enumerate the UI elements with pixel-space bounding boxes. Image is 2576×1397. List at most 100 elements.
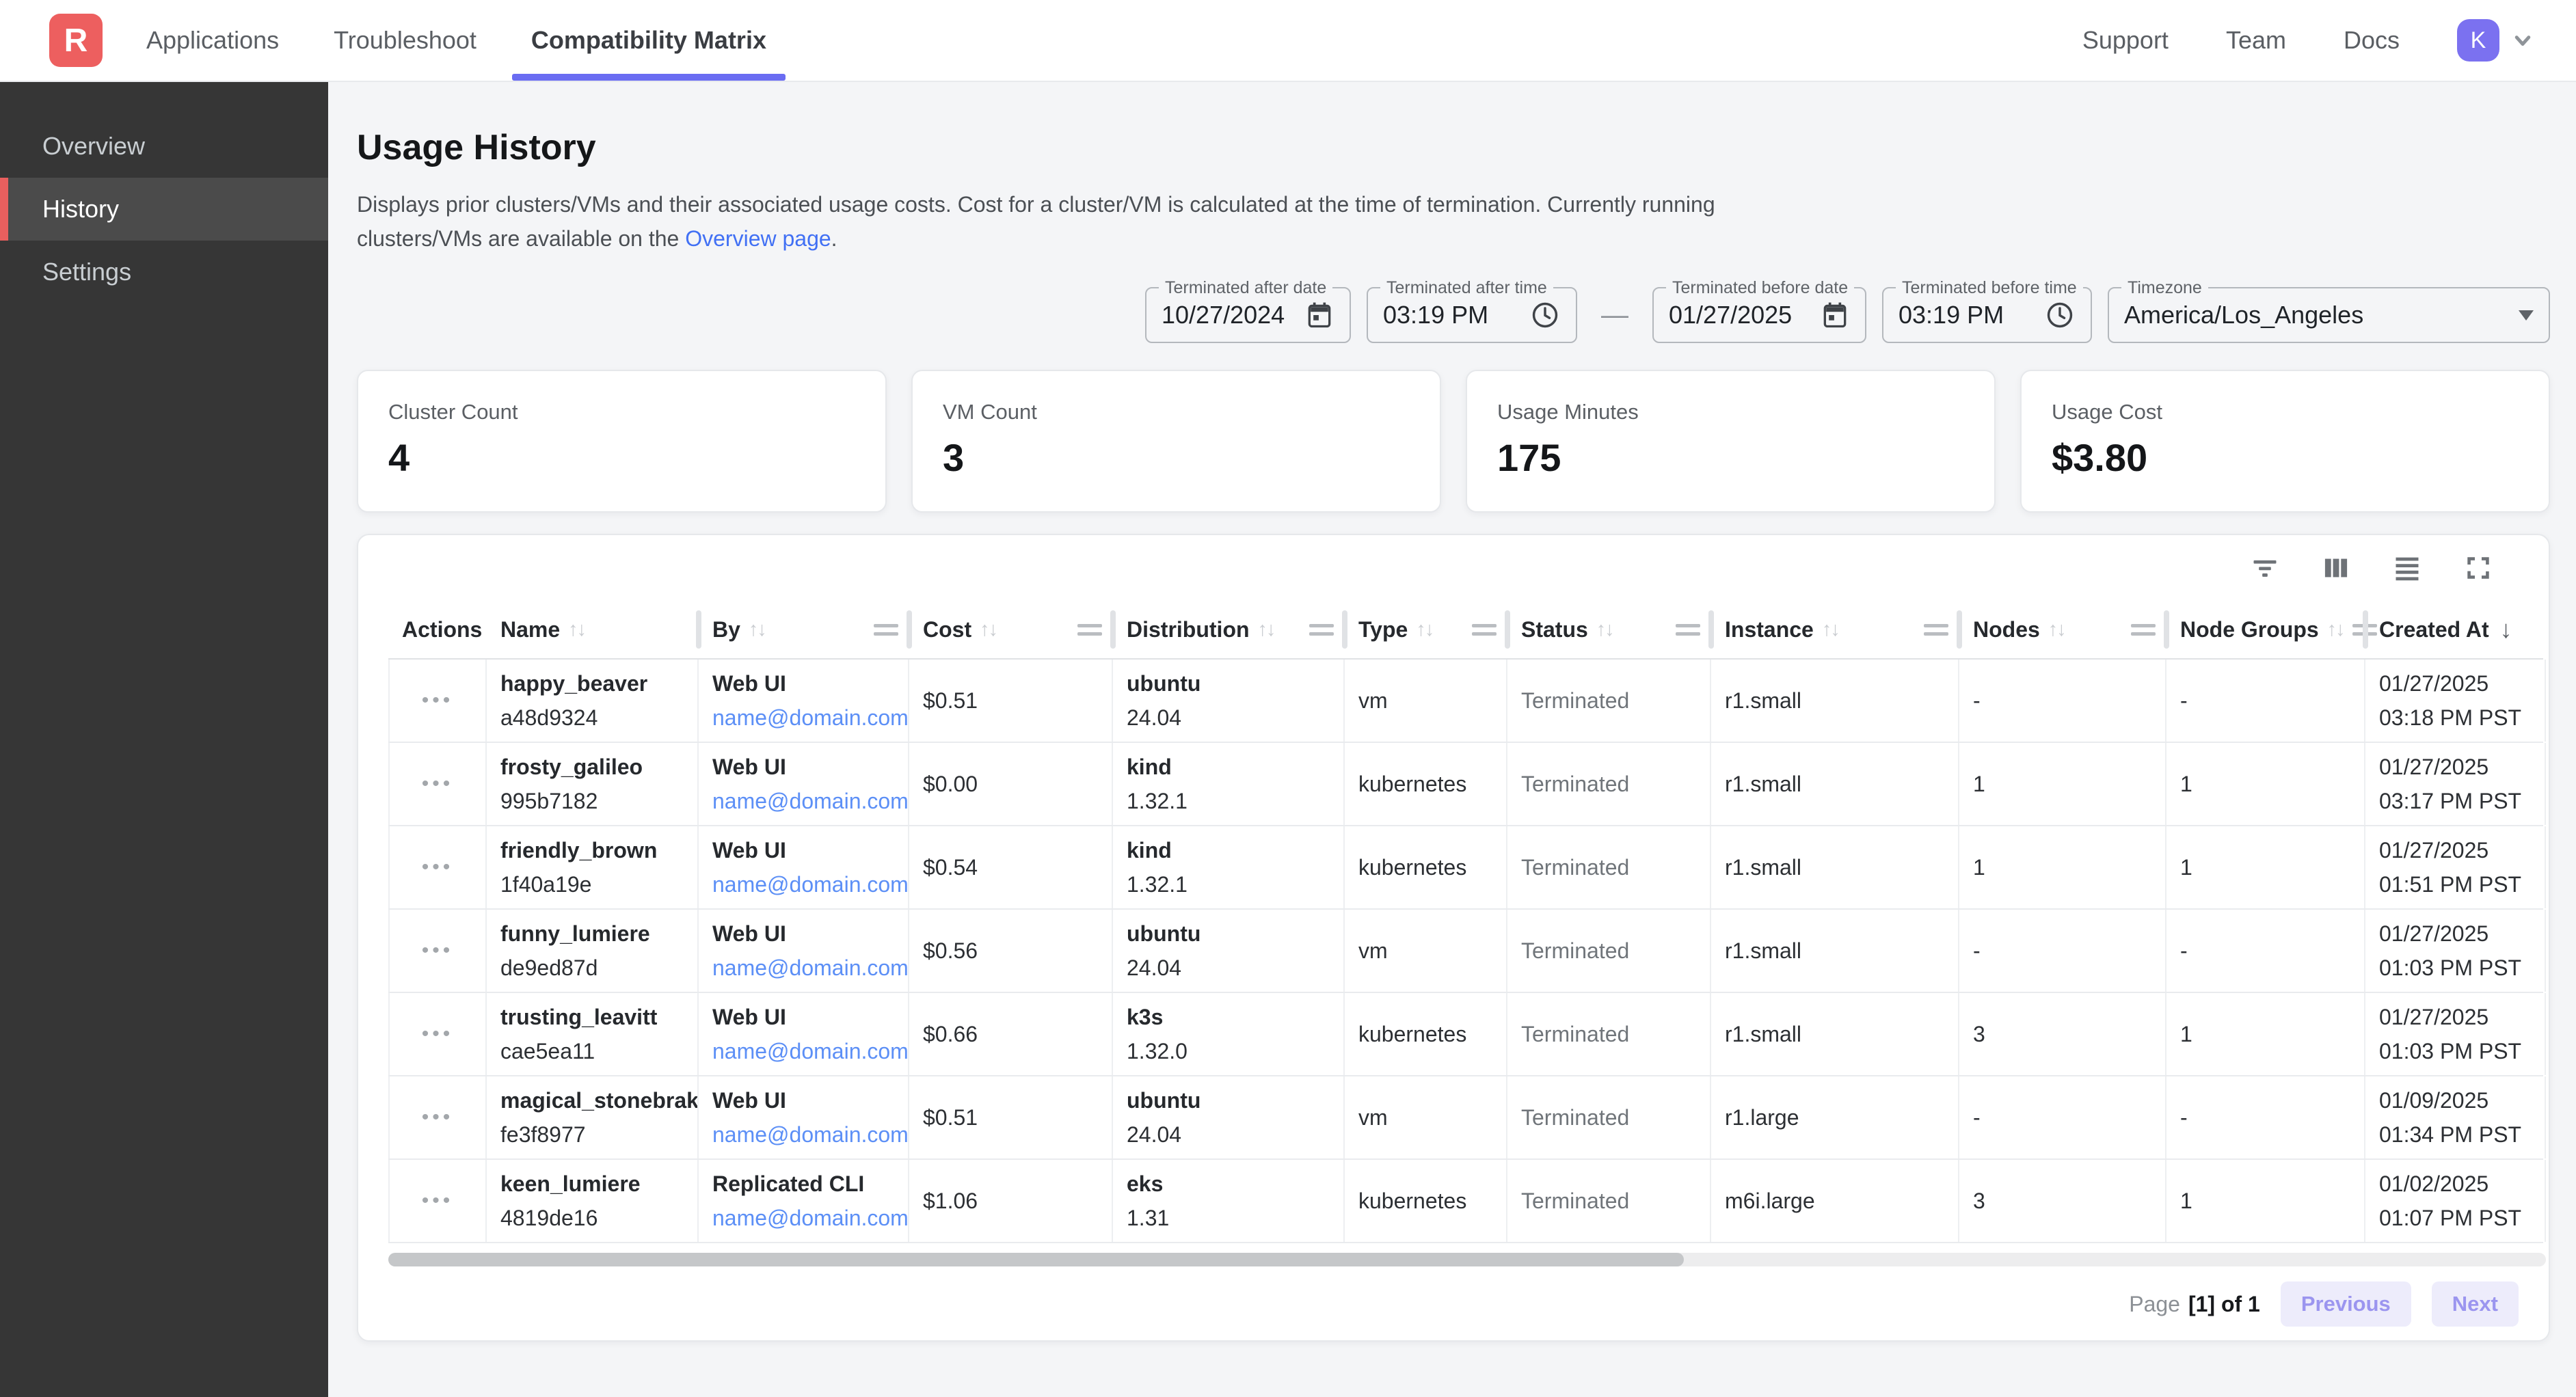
column-header-by[interactable]: By↑↓ [699, 601, 909, 658]
app-logo[interactable]: R [49, 14, 103, 67]
row-actions-button[interactable]: ••• [422, 772, 454, 796]
horizontal-scrollbar-track[interactable] [388, 1253, 2546, 1266]
column-header-cost[interactable]: Cost↑↓ [909, 601, 1113, 658]
overview-page-link[interactable]: Overview page [685, 226, 831, 251]
sidebar-item-settings[interactable]: Settings [0, 241, 328, 303]
cluster-id: 995b7182 [500, 789, 697, 814]
created-at-cell: 01/27/202501:03 PM PST [2365, 910, 2546, 992]
column-menu-icon[interactable] [1676, 624, 1700, 636]
created-by-source: Replicated CLI [712, 1171, 908, 1197]
terminated-before-time-field[interactable]: Terminated before time 03:19 PM [1882, 287, 2092, 343]
avatar[interactable]: K [2457, 19, 2499, 62]
created-date: 01/27/2025 [2379, 671, 2545, 696]
actions-cell: ••• [388, 743, 487, 825]
column-menu-icon[interactable] [1472, 624, 1497, 636]
node-groups-cell: - [2166, 1076, 2365, 1158]
account-menu[interactable]: K [2457, 19, 2538, 62]
nodes-cell: - [1959, 910, 2166, 992]
calendar-icon[interactable] [1820, 300, 1850, 330]
created-date: 01/27/2025 [2379, 921, 2545, 947]
fullscreen-icon[interactable] [2463, 552, 2494, 584]
created-by-email-link[interactable]: name@domain.com [712, 872, 908, 897]
chevron-down-icon [2508, 25, 2538, 55]
column-header-instance[interactable]: Instance↑↓ [1711, 601, 1959, 658]
row-actions-button[interactable]: ••• [422, 689, 454, 712]
filter-bar: Terminated after date 10/27/2024 Termina… [357, 287, 2550, 343]
row-actions-button[interactable]: ••• [422, 939, 454, 962]
column-menu-icon[interactable] [874, 624, 898, 636]
row-actions-button[interactable]: ••• [422, 1022, 454, 1046]
terminated-before-date-field[interactable]: Terminated before date 01/27/2025 [1652, 287, 1866, 343]
nodes-cell: - [1959, 660, 2166, 742]
name-cell: magical_stonebrakerfe3f8977 [487, 1076, 699, 1158]
filter-icon[interactable] [2249, 552, 2281, 584]
by-cell: Web UIname@domain.com [699, 993, 909, 1075]
distribution-name: eks [1127, 1171, 1343, 1197]
timezone-select[interactable]: Timezone America/Los_Angeles [2108, 287, 2550, 343]
previous-page-button[interactable]: Previous [2281, 1281, 2411, 1327]
terminated-after-date-field[interactable]: Terminated after date 10/27/2024 [1145, 287, 1351, 343]
created-by-email-link[interactable]: name@domain.com [712, 1122, 908, 1148]
created-by-email-link[interactable]: name@domain.com [712, 1206, 908, 1231]
terminated-after-time-field[interactable]: Terminated after time 03:19 PM [1367, 287, 1577, 343]
status-cell: Terminated [1507, 910, 1711, 992]
cluster-id: 1f40a19e [500, 872, 697, 897]
clock-icon[interactable] [1529, 299, 1561, 331]
node-groups-cell: 1 [2166, 1160, 2365, 1242]
row-actions-button[interactable]: ••• [422, 1106, 454, 1129]
row-actions-button[interactable]: ••• [422, 1189, 454, 1212]
columns-icon[interactable] [2320, 552, 2352, 584]
density-icon[interactable] [2391, 552, 2423, 584]
created-time: 01:07 PM PST [2379, 1206, 2545, 1231]
column-header-created-at[interactable]: Created At↓ [2365, 601, 2546, 658]
distribution-cell: ubuntu24.04 [1113, 1076, 1345, 1158]
table-body: •••happy_beavera48d9324Web UIname@domain… [388, 660, 2543, 1243]
column-header-type[interactable]: Type↑↓ [1345, 601, 1507, 658]
nav-link-support[interactable]: Support [2082, 26, 2169, 55]
created-by-email-link[interactable]: name@domain.com [712, 955, 908, 981]
horizontal-scrollbar-thumb[interactable] [388, 1253, 1684, 1266]
created-by-source: Web UI [712, 671, 908, 696]
distribution-cell: ubuntu24.04 [1113, 910, 1345, 992]
created-time: 03:17 PM PST [2379, 789, 2545, 814]
column-header-status[interactable]: Status↑↓ [1507, 601, 1711, 658]
created-by-email-link[interactable]: name@domain.com [712, 1039, 908, 1064]
cluster-id: a48d9324 [500, 705, 697, 731]
created-by-email-link[interactable]: name@domain.com [712, 789, 908, 814]
nav-link-team[interactable]: Team [2226, 26, 2286, 55]
by-cell: Web UIname@domain.com [699, 1076, 909, 1158]
created-at-cell: 01/27/202501:51 PM PST [2365, 826, 2546, 908]
table-row: •••happy_beavera48d9324Web UIname@domain… [388, 660, 2543, 743]
column-menu-icon[interactable] [1309, 624, 1334, 636]
tab-troubleshoot[interactable]: Troubleshoot [314, 0, 496, 81]
tab-applications[interactable]: Applications [127, 0, 298, 81]
cluster-name: magical_stonebraker [500, 1088, 697, 1113]
column-header-node-groups[interactable]: Node Groups↑↓ [2166, 601, 2365, 658]
column-menu-icon[interactable] [1924, 624, 1948, 636]
column-menu-icon[interactable] [2131, 624, 2156, 636]
timezone-value: America/Los_Angeles [2124, 301, 2363, 329]
column-header-name[interactable]: Name↑↓ [487, 601, 699, 658]
sidebar-item-overview[interactable]: Overview [0, 115, 328, 178]
clock-icon[interactable] [2044, 299, 2076, 331]
created-by-email-link[interactable]: name@domain.com [712, 705, 908, 731]
terminated-before-time-label: Terminated before time [1896, 278, 2083, 298]
nav-link-docs[interactable]: Docs [2344, 26, 2400, 55]
date-range-separator: — [1601, 300, 1628, 331]
stat-label: VM Count [943, 400, 1410, 424]
calendar-icon[interactable] [1304, 300, 1334, 330]
terminated-before-date-value: 01/27/2025 [1669, 301, 1792, 329]
next-page-button[interactable]: Next [2432, 1281, 2519, 1327]
column-label: Type [1358, 617, 1408, 642]
column-header-distribution[interactable]: Distribution↑↓ [1113, 601, 1345, 658]
column-menu-icon[interactable] [1077, 624, 1102, 636]
sidebar-item-history[interactable]: History [0, 178, 328, 241]
table-header-row: ActionsName↑↓By↑↓Cost↑↓Distribution↑↓Typ… [388, 601, 2543, 660]
tab-compatibility-matrix[interactable]: Compatibility Matrix [512, 0, 786, 81]
cost-cell: $0.56 [909, 910, 1113, 992]
nodes-cell: 3 [1959, 1160, 2166, 1242]
row-actions-button[interactable]: ••• [422, 856, 454, 879]
actions-cell: ••• [388, 910, 487, 992]
cost-cell: $0.54 [909, 826, 1113, 908]
column-header-nodes[interactable]: Nodes↑↓ [1959, 601, 2166, 658]
